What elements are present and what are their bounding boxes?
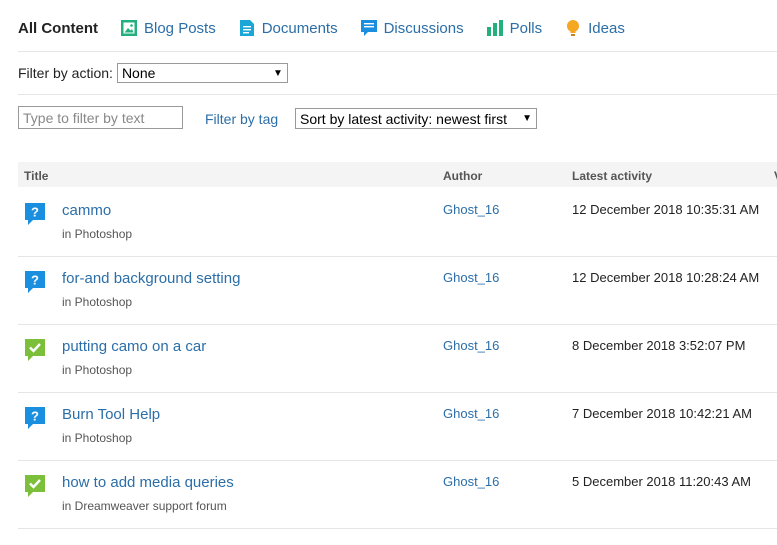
table-row: putting camo on a car in Photoshop Ghost… [18,324,777,393]
svg-text:?: ? [31,205,39,220]
filter-by-action-label: Filter by action: [18,65,113,81]
discussion-icon [360,20,377,36]
content-browser: All Content Blog Posts Documents Discuss… [0,0,777,545]
answered-check-icon [25,339,45,361]
svg-text:?: ? [31,273,39,288]
tab-polls[interactable]: Polls [486,19,543,37]
row-author-link[interactable]: Ghost_16 [443,474,499,489]
tab-label: Blog Posts [144,19,216,37]
row-place: in Photoshop [62,363,133,377]
column-author[interactable]: Author [443,169,482,183]
content-tabs: All Content Blog Posts Documents Discuss… [18,16,647,40]
row-date: 12 December 2018 10:28:24 AM [572,270,760,285]
row-author-link[interactable]: Ghost_16 [443,202,499,217]
question-icon: ? [25,203,45,225]
row-author-link[interactable]: Ghost_16 [443,338,499,353]
action-select-value: None [121,65,156,81]
table-row: how to add media queries in Dreamweaver … [18,460,777,529]
answered-check-icon [25,475,45,497]
tab-all-content[interactable]: All Content [18,20,98,37]
dropdown-arrow-icon: ▼ [522,113,532,124]
question-icon: ? [25,407,45,429]
question-icon: ? [25,271,45,293]
tab-label: Discussions [383,19,464,37]
tab-blog-posts[interactable]: Blog Posts [120,19,216,37]
tab-ideas[interactable]: Ideas [564,19,625,37]
tab-label: Polls [509,19,543,37]
table-header: Title Author Latest activity V [18,162,777,187]
tab-label: All Content [18,19,98,37]
divider [18,94,777,95]
row-place: in Photoshop [62,295,133,309]
row-place: in Dreamweaver support forum [62,499,227,513]
row-title-link[interactable]: how to add media queries [62,474,234,491]
dropdown-arrow-icon: ▼ [273,67,283,79]
image-icon [121,20,137,36]
bar-chart-icon [486,20,503,36]
action-select[interactable]: None ▼ [116,63,288,83]
text-filter-input[interactable] [18,106,183,129]
row-title-link[interactable]: cammo [62,202,111,219]
table-row: ? cammo in Photoshop Ghost_16 12 Decembe… [18,188,777,257]
tab-documents[interactable]: Documents [238,19,338,37]
sort-select-value: Sort by latest activity: newest first [300,110,507,127]
row-date: 7 December 2018 10:42:21 AM [572,406,752,421]
row-place: in Photoshop [62,431,133,445]
tab-label: Ideas [588,19,625,37]
row-date: 12 December 2018 10:35:31 AM [572,202,760,217]
column-latest-activity[interactable]: Latest activity [572,169,652,183]
row-place: in Photoshop [62,227,133,241]
sort-select[interactable]: Sort by latest activity: newest first ▼ [295,108,537,129]
column-title[interactable]: Title [24,169,48,183]
row-author-link[interactable]: Ghost_16 [443,270,499,285]
row-author-link[interactable]: Ghost_16 [443,406,499,421]
row-date: 8 December 2018 3:52:07 PM [572,338,746,353]
document-icon [239,20,254,36]
tab-discussions[interactable]: Discussions [360,19,464,37]
svg-text:?: ? [31,409,39,424]
filter-by-action: Filter by action: None ▼ [18,63,288,83]
tab-label: Documents [261,19,338,37]
row-date: 5 December 2018 11:20:43 AM [572,474,751,489]
table-row: ? for-and background setting in Photosho… [18,256,777,325]
row-title-link[interactable]: Burn Tool Help [62,406,160,423]
lightbulb-icon [567,20,580,36]
divider [18,51,777,52]
row-title-link[interactable]: putting camo on a car [62,338,206,355]
table-row: ? Burn Tool Help in Photoshop Ghost_16 7… [18,392,777,461]
row-title-link[interactable]: for-and background setting [62,270,240,287]
filter-by-tag-link[interactable]: Filter by tag [205,111,278,127]
